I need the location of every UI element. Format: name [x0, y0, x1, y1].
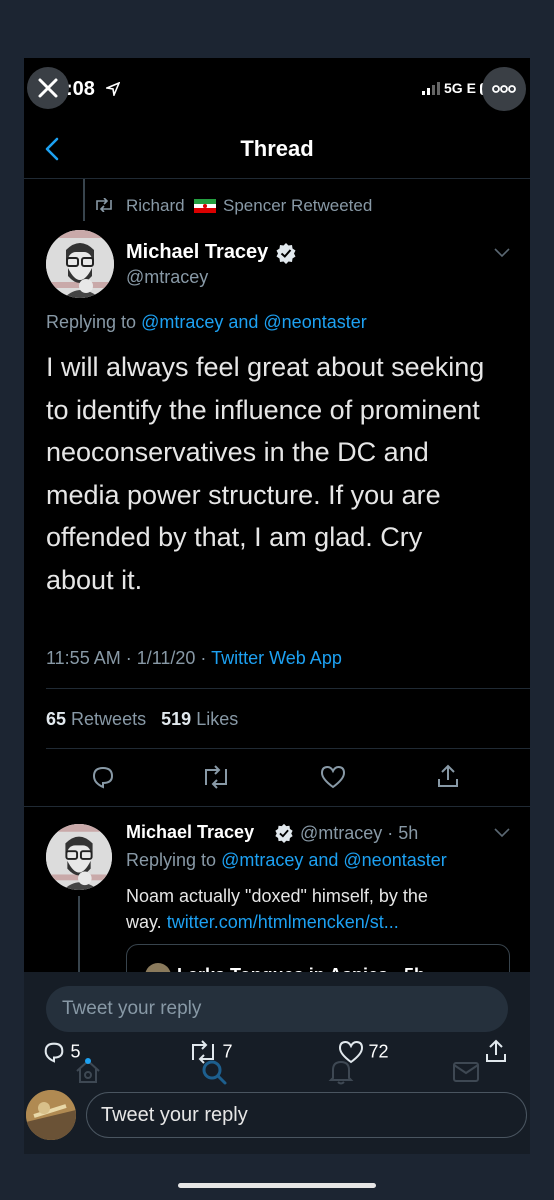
- retweet-small-icon: [94, 198, 114, 212]
- bottom-reply-input[interactable]: Tweet your reply: [86, 1092, 527, 1138]
- flag-emoji: [194, 199, 216, 213]
- tweet-text-line: about it.: [46, 564, 143, 595]
- reply-author-handle[interactable]: @mtracey · 5h: [300, 823, 418, 844]
- retweet-context-label: Spencer Retweeted: [223, 196, 373, 215]
- more-dots-icon: [492, 85, 516, 93]
- tweet-divider: [24, 806, 530, 807]
- reply-text: Noam actually "doxed" himself, by the wa…: [126, 883, 428, 935]
- tweet-timestamp: 11:55 AM · 1/11/20 · Twitter Web App: [46, 648, 342, 669]
- tweet-text-line: offended by that, I am glad. Cry: [46, 522, 423, 552]
- stats-divider-top: [46, 688, 530, 689]
- like-button[interactable]: [320, 765, 346, 794]
- reply-author-name[interactable]: Michael Tracey: [126, 822, 254, 843]
- messages-tab-icon[interactable]: [452, 1061, 480, 1088]
- bottom-reply-placeholder: Tweet your reply: [101, 1104, 248, 1126]
- status-time: :08: [66, 78, 95, 100]
- author-handle[interactable]: @mtracey: [126, 267, 208, 288]
- reply-replying-to: Replying to @mtracey and @neontaster: [126, 850, 447, 871]
- reply-chevron-down-icon[interactable]: [494, 828, 510, 838]
- author-name[interactable]: Michael Tracey: [126, 241, 268, 264]
- retweet-button[interactable]: [202, 765, 230, 794]
- thread-line: [83, 179, 85, 221]
- avatar[interactable]: [46, 230, 114, 298]
- bar-retweet-icon: [192, 1040, 214, 1064]
- timestamp-text: 11:55 AM · 1/11/20 ·: [46, 648, 212, 668]
- tweet-text-line: neoconservatives in the DC and: [46, 437, 429, 467]
- header-divider: [24, 178, 530, 179]
- network-label: 5G E: [444, 80, 476, 96]
- tweet-text-line: I will always feel great about seeking: [46, 352, 485, 382]
- bar-reply-icon: [44, 1042, 64, 1063]
- composer-reply-placeholder: Tweet your reply: [62, 998, 202, 1019]
- bar-like-button[interactable]: 72: [338, 1040, 388, 1064]
- page-title: Thread: [240, 136, 314, 161]
- bar-share-button[interactable]: [484, 1038, 508, 1069]
- likes-label: Likes: [196, 709, 239, 729]
- retweets-stat[interactable]: 65 Retweets: [46, 709, 151, 729]
- retweets-count: 65: [46, 709, 67, 729]
- share-button[interactable]: [436, 763, 460, 794]
- bar-reply-count: 5: [70, 1041, 81, 1062]
- source-link[interactable]: Twitter Web App: [211, 648, 342, 668]
- reply-verified-badge-icon: [274, 823, 294, 843]
- tweet-text-line: media power structure. If you are: [46, 479, 441, 510]
- app-screen: :08 5G E Thread Richard Spencer Retweete…: [24, 58, 530, 1154]
- chevron-down-icon[interactable]: [494, 248, 510, 258]
- bar-heart-icon: [338, 1040, 364, 1064]
- bar-like-count: 72: [368, 1041, 389, 1062]
- home-indicator[interactable]: [178, 1183, 376, 1188]
- signal-bars-icon: [422, 81, 444, 95]
- reply-replying-handles[interactable]: @mtracey and @neontaster: [221, 850, 447, 870]
- bar-retweet-button[interactable]: 7: [188, 1040, 232, 1064]
- close-button[interactable]: [27, 67, 69, 109]
- heart-icon: [320, 765, 346, 789]
- replying-to: Replying to @mtracey and @neontaster: [46, 312, 367, 333]
- reply-link[interactable]: twitter.com/htmlmencken/st...: [167, 912, 399, 932]
- replying-prefix: Replying to: [46, 312, 137, 332]
- tweet-text-line: to identify the influence of prominent: [46, 394, 480, 425]
- reply-text-line: Noam actually "doxed" himself, by the: [126, 886, 428, 906]
- bar-reply-button[interactable]: 5: [42, 1040, 91, 1064]
- reply-text-prefix: way.: [126, 912, 167, 932]
- reply-button[interactable]: [90, 764, 116, 795]
- reply-replying-prefix: Replying to: [126, 850, 217, 870]
- close-icon: [38, 78, 58, 98]
- reply-avatar[interactable]: [46, 824, 112, 890]
- verified-badge-icon: [275, 242, 297, 264]
- composer-reply-input[interactable]: Tweet your reply: [46, 986, 508, 1032]
- unread-dot: [84, 1058, 91, 1064]
- reply-thread-line: [78, 896, 80, 976]
- reply-icon: [92, 766, 114, 789]
- tweet-text: I will always feel great about seeking t…: [46, 346, 484, 601]
- retweet-context-name[interactable]: Richard: [126, 196, 185, 216]
- stats-divider-bottom: [46, 748, 530, 749]
- location-arrow-icon: [106, 82, 120, 96]
- replying-to-handles[interactable]: @mtracey and @neontaster: [141, 312, 367, 332]
- share-icon: [438, 764, 458, 787]
- likes-count: 519: [161, 709, 192, 729]
- retweets-label: Retweets: [71, 709, 147, 729]
- bar-share-icon: [486, 1039, 506, 1062]
- tweet-stats: 65 Retweets 519 Likes: [46, 709, 238, 730]
- likes-stat[interactable]: 519 Likes: [161, 709, 238, 729]
- reply-text-line-2: way. twitter.com/htmlmencken/st...: [126, 909, 428, 935]
- my-avatar[interactable]: [26, 1090, 76, 1140]
- more-options-button[interactable]: [482, 67, 526, 111]
- retweet-icon: [205, 765, 227, 789]
- bar-retweet-count: 7: [222, 1041, 233, 1062]
